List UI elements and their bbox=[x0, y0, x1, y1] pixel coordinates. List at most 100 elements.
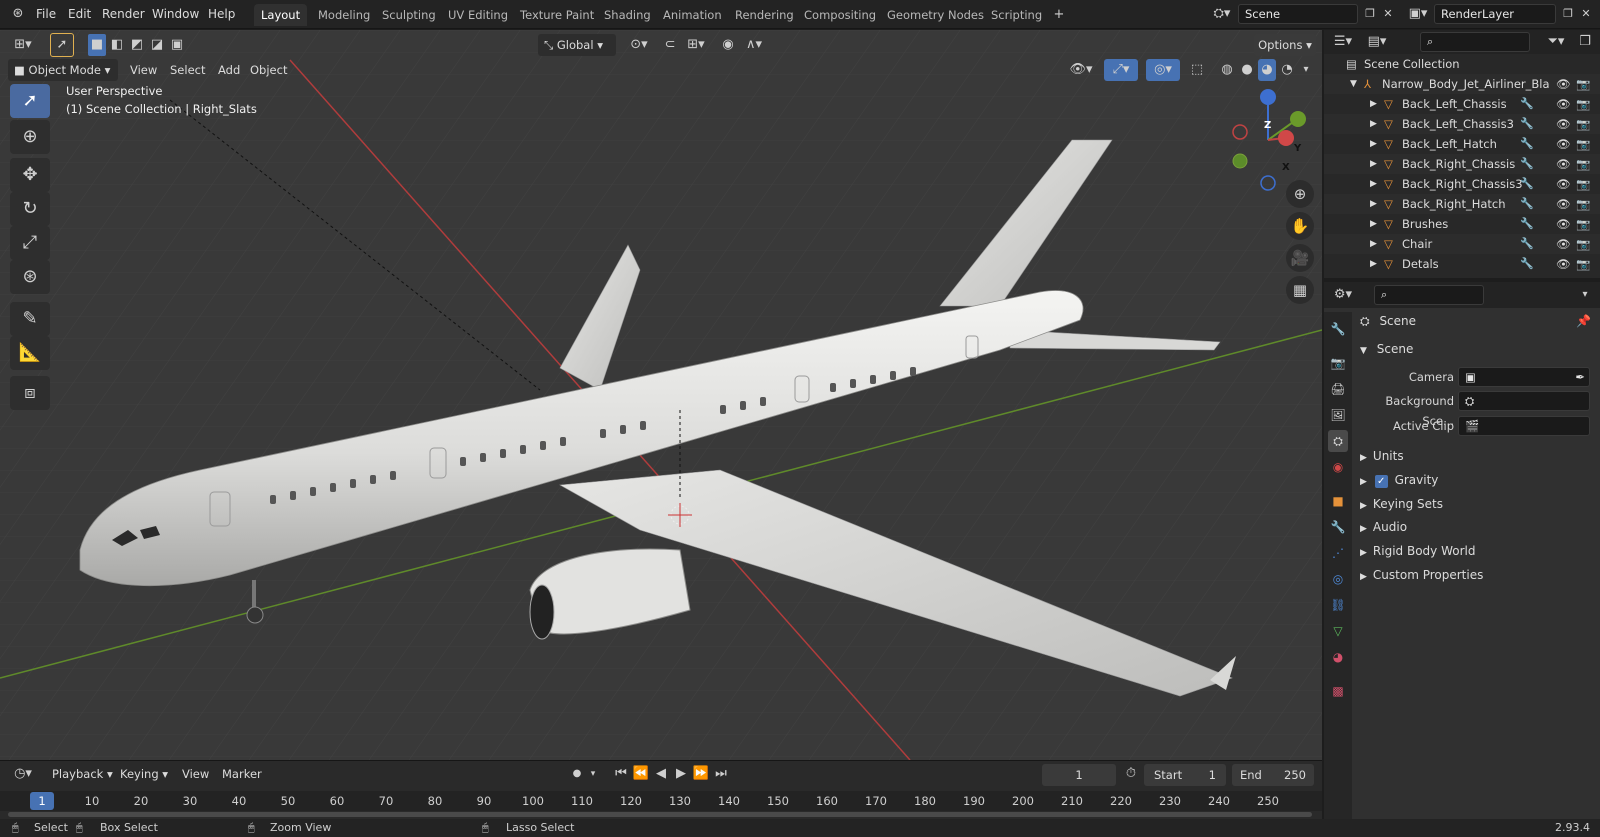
scene-tab-icon[interactable]: ⛭ bbox=[1328, 430, 1348, 452]
scene-section-header[interactable]: ▼ Scene bbox=[1360, 338, 1592, 360]
visibility-eye-icon[interactable]: 👁 bbox=[1556, 194, 1571, 214]
select-tool-icon[interactable]: ➚ bbox=[50, 33, 74, 57]
select-subtract-icon[interactable]: ◩ bbox=[128, 34, 146, 56]
render-layer-copy-icon[interactable]: ❐ bbox=[1560, 3, 1576, 25]
outliner-item[interactable]: ▶ ▽ Chair 🔧 👁 📷 bbox=[1324, 234, 1600, 254]
add-cube-tool[interactable]: ⧈ bbox=[10, 376, 50, 410]
object-tab-icon[interactable]: ■ bbox=[1328, 490, 1348, 512]
render-camera-icon[interactable]: 📷 bbox=[1576, 214, 1590, 234]
render-camera-icon[interactable]: 📷 bbox=[1576, 254, 1590, 274]
frame-tick[interactable]: 70 bbox=[368, 792, 404, 810]
modifier-wrench-icon[interactable]: 🔧 bbox=[1520, 214, 1534, 234]
expand-icon[interactable]: ▶ bbox=[1370, 94, 1377, 114]
proportional-edit-icon[interactable]: ◉ bbox=[718, 34, 738, 56]
properties-editor-type-icon[interactable]: ⚙▾ bbox=[1328, 284, 1358, 306]
3d-viewport[interactable]: Z Y X ⊞▾ ➚ ■ ◧ ◩ ◪ ▣ ⤡ Global ▾ ⊙▾ ⊂ ⊞▾ … bbox=[0, 30, 1322, 760]
frame-tick[interactable]: 80 bbox=[417, 792, 453, 810]
render-layer-close-icon[interactable]: ✕ bbox=[1578, 3, 1594, 25]
expand-icon[interactable]: ▶ bbox=[1370, 234, 1377, 254]
outliner-item[interactable]: ▶ ▽ Back_Right_Chassis 🔧 👁 📷 bbox=[1324, 154, 1600, 174]
ortho-toggle-button[interactable]: ▦ bbox=[1286, 276, 1314, 304]
expand-icon[interactable]: ▶ bbox=[1370, 254, 1377, 274]
solid-shading-icon[interactable]: ● bbox=[1238, 59, 1256, 81]
units-panel[interactable]: ▶ Units bbox=[1360, 445, 1592, 467]
select-extend-icon[interactable]: ◧ bbox=[108, 34, 126, 56]
gizmo-x-label[interactable]: X bbox=[1282, 162, 1290, 173]
jump-end-icon[interactable]: ⏭ bbox=[712, 763, 730, 785]
data-tab-icon[interactable]: ▽ bbox=[1328, 620, 1348, 642]
frame-tick[interactable]: 90 bbox=[466, 792, 502, 810]
mode-dropdown[interactable]: ■ Object Mode ▾ bbox=[8, 59, 118, 81]
frame-tick[interactable]: 50 bbox=[270, 792, 306, 810]
frame-tick[interactable]: 20 bbox=[123, 792, 159, 810]
texture-tab-icon[interactable]: ▩ bbox=[1328, 680, 1348, 702]
jump-start-icon[interactable]: ⏮ bbox=[612, 763, 630, 785]
render-layer-icon[interactable]: ▣▾ bbox=[1404, 3, 1432, 25]
render-camera-icon[interactable]: 📷 bbox=[1576, 94, 1590, 114]
outliner-parent-row[interactable]: ▼ ⅄ Narrow_Body_Jet_Airliner_Bla 👁 📷 bbox=[1324, 74, 1600, 94]
outliner-editor-type-icon[interactable]: ☰▾ bbox=[1328, 31, 1358, 53]
visibility-eye-icon[interactable]: 👁 bbox=[1556, 174, 1571, 194]
tab-scripting[interactable]: Scripting bbox=[984, 4, 1049, 26]
snap-icon[interactable]: ⊂ bbox=[660, 34, 680, 56]
visibility-eye-icon[interactable]: 👁 bbox=[1556, 134, 1571, 154]
frame-tick[interactable]: 250 bbox=[1250, 792, 1286, 810]
menu-window[interactable]: Window bbox=[146, 3, 205, 25]
playback-menu[interactable]: Playback ▾ bbox=[46, 763, 119, 785]
gravity-panel[interactable]: ▶ ✓ Gravity bbox=[1360, 469, 1592, 491]
overlay-toggle-icon[interactable]: ◎▾ bbox=[1146, 59, 1180, 81]
rendered-shading-icon[interactable]: ◔ bbox=[1278, 59, 1296, 81]
frame-tick[interactable]: 40 bbox=[221, 792, 257, 810]
keying-options-icon[interactable]: ▾ bbox=[586, 763, 600, 785]
blender-logo-icon[interactable]: ⊛ bbox=[8, 3, 28, 25]
gizmo-z-label[interactable]: Z bbox=[1264, 120, 1271, 131]
modifier-wrench-icon[interactable]: 🔧 bbox=[1520, 94, 1534, 114]
xray-toggle-icon[interactable]: ⬚ bbox=[1188, 59, 1206, 81]
transform-orientation-dropdown[interactable]: ⤡ Global ▾ bbox=[538, 34, 616, 56]
frame-tick[interactable]: 30 bbox=[172, 792, 208, 810]
render-camera-icon[interactable]: 📷 bbox=[1576, 234, 1590, 254]
tab-rendering[interactable]: Rendering bbox=[728, 4, 801, 26]
annotate-tool[interactable]: ✎ bbox=[10, 302, 50, 336]
eyedropper-icon[interactable]: ✒ bbox=[1575, 368, 1585, 386]
modifier-wrench-icon[interactable]: 🔧 bbox=[1520, 194, 1534, 214]
play-reverse-icon[interactable]: ◀ bbox=[652, 763, 670, 785]
add-workspace-icon[interactable]: + bbox=[1050, 4, 1068, 26]
tab-geometry-nodes[interactable]: Geometry Nodes bbox=[880, 4, 991, 26]
scene-icon[interactable]: ⛭▾ bbox=[1208, 3, 1236, 25]
new-collection-icon[interactable]: ❐ bbox=[1576, 31, 1594, 53]
scene-copy-icon[interactable]: ❐ bbox=[1362, 3, 1378, 25]
visibility-eye-icon[interactable]: 👁 bbox=[1556, 74, 1571, 94]
gravity-checkbox[interactable]: ✓ bbox=[1374, 475, 1388, 488]
constraints-tab-icon[interactable]: ⛓ bbox=[1328, 594, 1348, 616]
menu-file[interactable]: File bbox=[30, 3, 62, 25]
output-tab-icon[interactable]: 🖨 bbox=[1328, 378, 1348, 400]
render-camera-icon[interactable]: 📷 bbox=[1576, 134, 1590, 154]
frame-tick[interactable]: 200 bbox=[1005, 792, 1041, 810]
record-icon[interactable]: ● bbox=[568, 763, 586, 785]
render-camera-icon[interactable]: 📷 bbox=[1576, 194, 1590, 214]
start-frame-field[interactable]: Start 1 bbox=[1144, 764, 1226, 786]
modifier-wrench-icon[interactable]: 🔧 bbox=[1520, 174, 1534, 194]
measure-tool[interactable]: 📐 bbox=[10, 336, 50, 370]
scene-close-icon[interactable]: ✕ bbox=[1380, 3, 1396, 25]
visibility-eye-icon[interactable]: 👁 bbox=[1556, 154, 1571, 174]
outliner-item[interactable]: ▶ ▽ Brushes 🔧 👁 📷 bbox=[1324, 214, 1600, 234]
frame-tick[interactable]: 170 bbox=[858, 792, 894, 810]
expand-icon[interactable]: ▼ bbox=[1350, 74, 1357, 94]
properties-search-input[interactable]: ⌕ bbox=[1374, 285, 1484, 305]
world-tab-icon[interactable]: ◉ bbox=[1328, 456, 1348, 478]
visibility-eye-icon[interactable]: 👁 bbox=[1556, 234, 1571, 254]
render-camera-icon[interactable]: 📷 bbox=[1576, 174, 1590, 194]
modifier-tab-icon[interactable]: 🔧 bbox=[1328, 516, 1348, 538]
outliner-item[interactable]: ▶ ▽ Back_Left_Chassis 🔧 👁 📷 bbox=[1324, 94, 1600, 114]
editor-type-icon[interactable]: ⊞▾ bbox=[6, 34, 40, 56]
menu-select[interactable]: Select bbox=[164, 59, 211, 81]
frame-tick[interactable]: 110 bbox=[564, 792, 600, 810]
scene-name-field[interactable]: Scene bbox=[1238, 4, 1358, 24]
tab-layout[interactable]: Layout bbox=[254, 4, 308, 26]
expand-icon[interactable]: ▶ bbox=[1370, 194, 1377, 214]
modifier-wrench-icon[interactable]: 🔧 bbox=[1520, 134, 1534, 154]
select-intersect-icon[interactable]: ▣ bbox=[168, 34, 186, 56]
view-layer-tab-icon[interactable]: 🖼 bbox=[1328, 404, 1348, 426]
